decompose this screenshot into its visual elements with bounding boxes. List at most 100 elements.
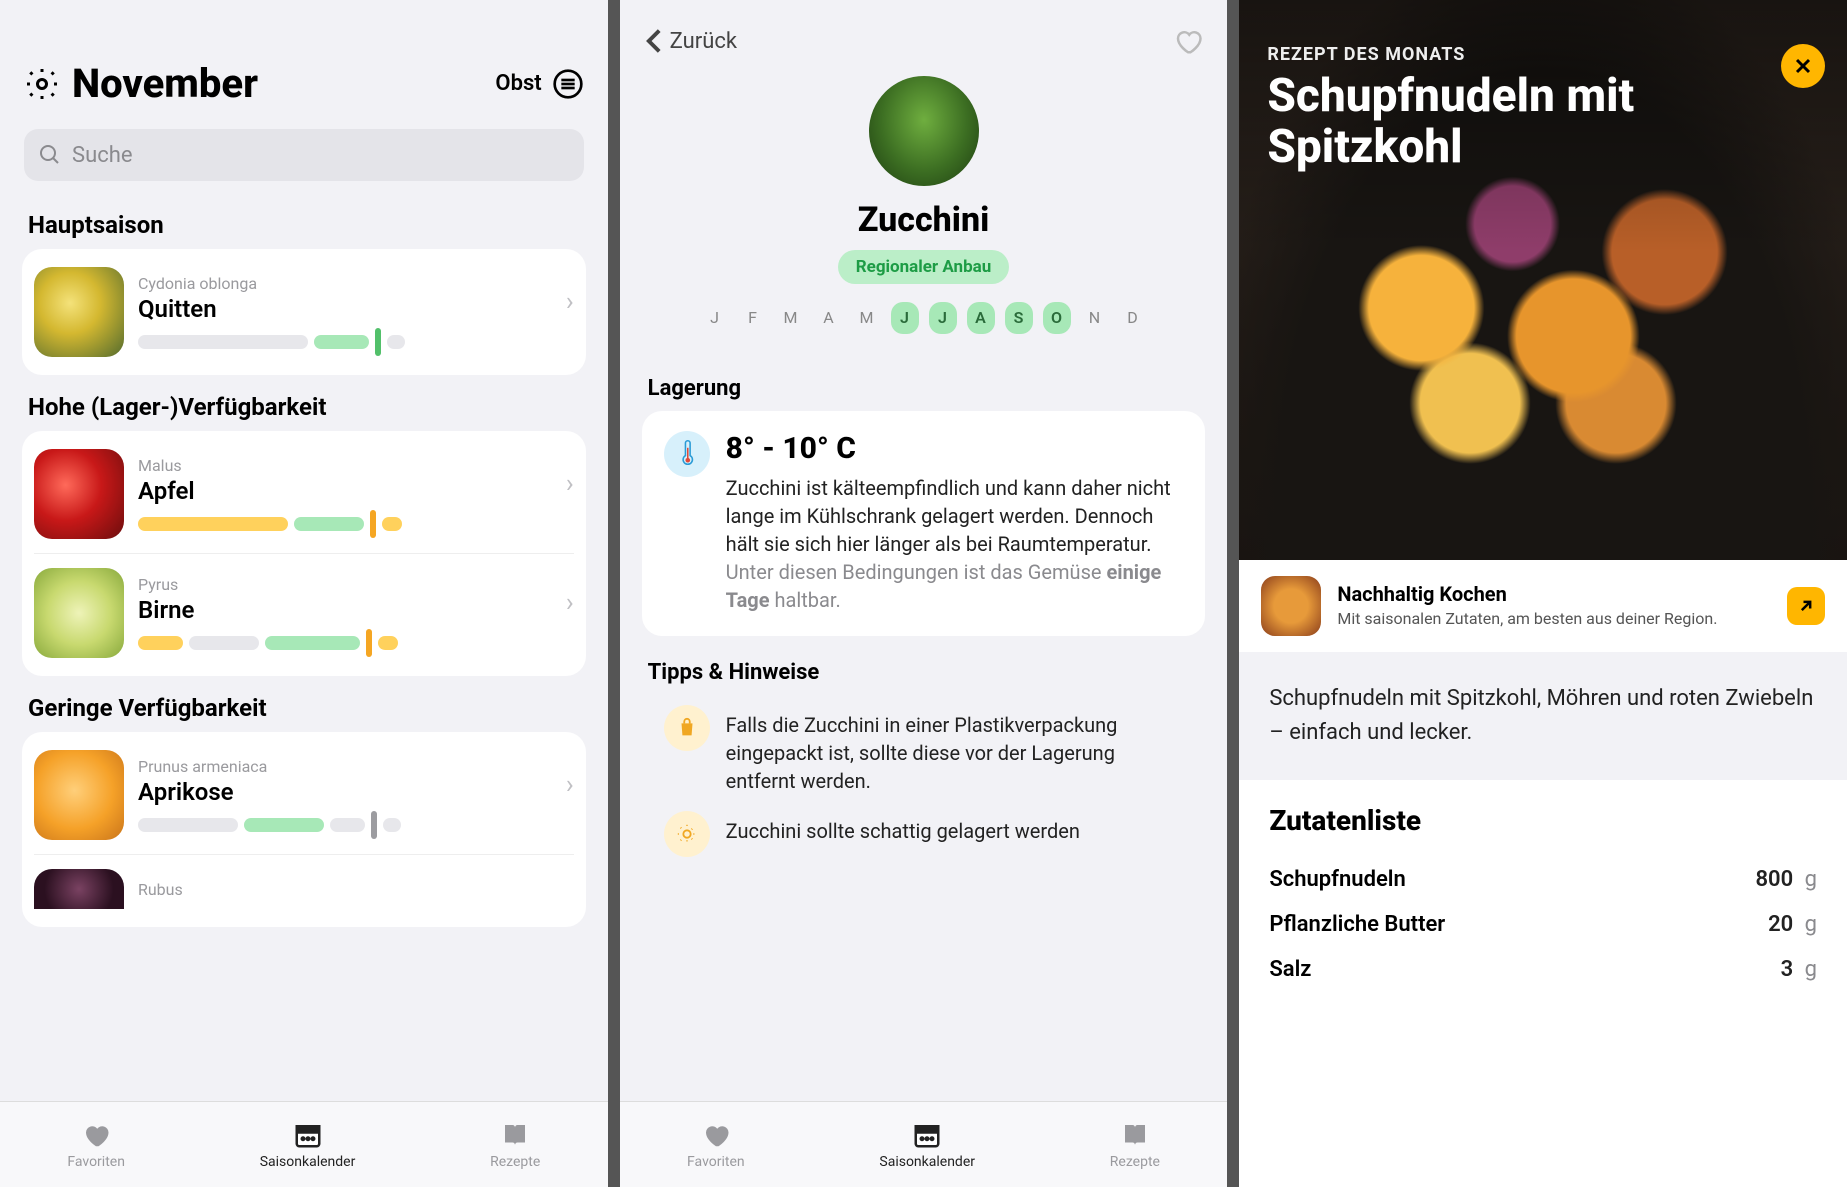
- tab-label: Favoriten: [687, 1154, 745, 1170]
- latin-name: Rubus: [138, 880, 574, 899]
- availability-bar: [138, 816, 560, 834]
- produce-name: Zucchini: [620, 200, 1228, 240]
- recipe-eyebrow: REZEPT DES MONATS: [1239, 0, 1847, 71]
- menu-icon[interactable]: [552, 68, 584, 100]
- screen-produce-detail: Zurück Zucchini Regionaler Anbau JFMAMJJ…: [620, 0, 1228, 1187]
- thermometer-icon: [664, 431, 710, 477]
- produce-thumb: [34, 750, 124, 840]
- storage-title: Lagerung: [620, 352, 1228, 411]
- common-name: Apfel: [138, 477, 560, 505]
- tip-text: Zucchini sollte schattig gelagert werden: [726, 811, 1080, 857]
- common-name: Birne: [138, 596, 560, 624]
- recipe-hero: REZEPT DES MONATS Schupfnudeln mit Spitz…: [1239, 0, 1847, 560]
- bag-icon: [664, 705, 710, 751]
- tip-row: Falls die Zucchini in einer Plastikverpa…: [642, 705, 1206, 795]
- produce-image: [869, 76, 979, 186]
- open-link-icon[interactable]: [1787, 587, 1825, 625]
- book-icon: [1120, 1120, 1150, 1150]
- ingredient-name: Pflanzliche Butter: [1269, 912, 1445, 937]
- promo-title: Nachhaltig Kochen: [1337, 582, 1771, 606]
- screen-calendar-list: November Obst Suche Hauptsaison Cydonia …: [0, 0, 608, 1187]
- produce-thumb: [34, 267, 124, 357]
- tab-label: Saisonkalender: [879, 1154, 975, 1170]
- heart-icon: [701, 1120, 731, 1150]
- month-pill: N: [1081, 302, 1109, 334]
- ingredient-row: Pflanzliche Butter 20 g: [1269, 902, 1817, 947]
- tab-rezepte[interactable]: Rezepte: [490, 1120, 540, 1170]
- month-pill: M: [777, 302, 805, 334]
- heart-icon: [81, 1120, 111, 1150]
- latin-name: Malus: [138, 456, 560, 475]
- section-title: Geringe Verfügbarkeit: [0, 676, 608, 732]
- chevron-right-icon: ›: [566, 588, 574, 618]
- search-input[interactable]: Suche: [24, 129, 584, 181]
- tab-saisonkalender[interactable]: Saisonkalender: [260, 1120, 356, 1170]
- month-strip: JFMAMJJASOND: [620, 302, 1228, 334]
- close-button[interactable]: [1781, 44, 1825, 88]
- back-button[interactable]: Zurück: [644, 28, 737, 54]
- month-pill: O: [1043, 302, 1071, 334]
- close-icon: [1793, 56, 1813, 76]
- month-pill: J: [701, 302, 729, 334]
- gear-icon[interactable]: [24, 66, 60, 102]
- page-title: November: [72, 60, 495, 107]
- month-pill: S: [1005, 302, 1033, 334]
- promo-subtitle: Mit saisonalen Zutaten, am besten aus de…: [1337, 609, 1771, 630]
- storage-card: 8° - 10° C Zucchini ist kälteempfindlich…: [642, 411, 1206, 636]
- common-name: Quitten: [138, 295, 560, 323]
- ingredient-row: Salz 3 g: [1269, 947, 1817, 992]
- tip-row: Zucchini sollte schattig gelagert werden: [642, 811, 1206, 857]
- ingredient-amount: 800 g: [1755, 867, 1817, 892]
- ingredient-name: Schupfnudeln: [1269, 867, 1405, 892]
- tab-saisonkalender[interactable]: Saisonkalender: [879, 1120, 975, 1170]
- tab-favoriten[interactable]: Favoriten: [67, 1120, 125, 1170]
- promo-thumb: [1261, 576, 1321, 636]
- month-pill: F: [739, 302, 767, 334]
- ingredient-amount: 20 g: [1768, 912, 1817, 937]
- common-name: Aprikose: [138, 778, 560, 806]
- produce-item-quitten[interactable]: Cydonia oblonga Quitten ›: [34, 259, 574, 365]
- month-pill: D: [1119, 302, 1147, 334]
- produce-item-aprikose[interactable]: Prunus armeniaca Aprikose ›: [34, 742, 574, 848]
- calendar-icon: [912, 1120, 942, 1150]
- chevron-left-icon: [644, 28, 664, 54]
- filter-label[interactable]: Obst: [495, 71, 541, 96]
- month-pill: A: [815, 302, 843, 334]
- tab-label: Saisonkalender: [260, 1154, 356, 1170]
- region-badge: Regionaler Anbau: [838, 250, 1010, 284]
- tab-label: Rezepte: [490, 1154, 540, 1170]
- chevron-right-icon: ›: [566, 287, 574, 317]
- tip-text: Falls die Zucchini in einer Plastikverpa…: [726, 705, 1184, 795]
- availability-bar: [138, 333, 560, 351]
- tips-title: Tipps & Hinweise: [620, 636, 1228, 695]
- chevron-right-icon: ›: [566, 469, 574, 499]
- latin-name: Pyrus: [138, 575, 560, 594]
- ingredient-row: Schupfnudeln 800 g: [1269, 857, 1817, 902]
- tab-favoriten[interactable]: Favoriten: [687, 1120, 745, 1170]
- calendar-icon: [293, 1120, 323, 1150]
- ingredient-name: Salz: [1269, 957, 1311, 982]
- latin-name: Cydonia oblonga: [138, 274, 560, 293]
- ingredient-amount: 3 g: [1781, 957, 1817, 982]
- produce-item-birne[interactable]: Pyrus Birne ›: [34, 553, 574, 666]
- month-pill: A: [967, 302, 995, 334]
- produce-item-rubus[interactable]: Rubus: [34, 854, 574, 917]
- tab-bar: Favoriten Saisonkalender Rezepte: [620, 1101, 1228, 1187]
- book-icon: [500, 1120, 530, 1150]
- tab-rezepte[interactable]: Rezepte: [1110, 1120, 1160, 1170]
- produce-thumb: [34, 568, 124, 658]
- chevron-right-icon: ›: [566, 770, 574, 800]
- favorite-button[interactable]: [1173, 26, 1203, 56]
- back-label: Zurück: [670, 29, 737, 54]
- recipe-description: Schupfnudeln mit Spitzkohl, Möhren und r…: [1239, 652, 1847, 780]
- produce-thumb: [34, 869, 124, 909]
- month-pill: J: [891, 302, 919, 334]
- search-placeholder: Suche: [72, 143, 133, 168]
- sun-icon: [664, 811, 710, 857]
- promo-card[interactable]: Nachhaltig Kochen Mit saisonalen Zutaten…: [1239, 560, 1847, 652]
- tab-label: Rezepte: [1110, 1154, 1160, 1170]
- recipe-title: Schupfnudeln mit Spitzkohl: [1239, 71, 1725, 172]
- produce-item-apfel[interactable]: Malus Apfel ›: [34, 441, 574, 547]
- section-title: Hauptsaison: [0, 193, 608, 249]
- availability-bar: [138, 515, 560, 533]
